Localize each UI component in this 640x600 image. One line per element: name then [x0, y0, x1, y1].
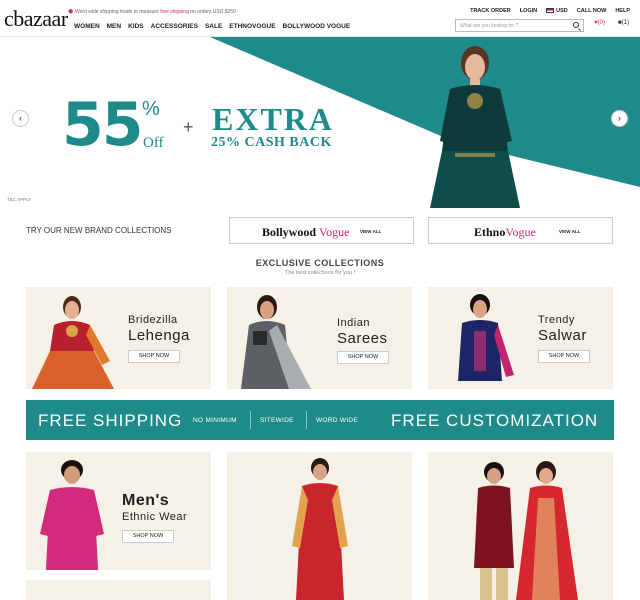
tagline: Word wide shipping made to measure free … — [75, 9, 236, 15]
lehenga-model-image — [32, 296, 114, 389]
shipping-banner[interactable]: FREE SHIPPING NO MINIMUM SITEWIDE WORD W… — [26, 400, 614, 440]
nav-kids[interactable]: KIDS — [128, 23, 144, 30]
word-wide-text: WORD WIDE — [316, 417, 359, 424]
free-shipping-text: FREE SHIPPING — [38, 411, 183, 430]
top-links: TRACK ORDER LOGIN USD CALL NOW HELP — [470, 8, 630, 14]
view-all-link[interactable]: VIEW ALL — [559, 229, 580, 234]
card-title-line2: Ethnic Wear — [122, 511, 188, 523]
card-partial[interactable] — [26, 580, 211, 600]
tagline-highlight: free shipping — [160, 9, 189, 15]
brand-collections-label: TRY OUR NEW BRAND COLLECTIONS — [26, 226, 172, 235]
hero-model-image — [430, 46, 520, 208]
logo-dot-icon: ● — [67, 6, 74, 17]
shop-now-button[interactable]: SHOP NOW — [122, 530, 174, 543]
nav-women[interactable]: WOMEN — [74, 23, 100, 30]
card-title-line1: Trendy — [538, 314, 575, 326]
brand-bollywood-vogue[interactable]: Bollywood Vogue VIEW ALL — [229, 217, 414, 244]
card-bridezilla-lehenga[interactable]: Bridezilla Lehenga SHOP NOW — [26, 287, 211, 389]
nav-bollywood-vogue[interactable]: BOLLYWOOD VOGUE — [283, 23, 351, 30]
shop-now-button[interactable]: SHOP NOW — [337, 351, 389, 364]
card-title-line2: Lehenga — [128, 327, 190, 344]
logo[interactable]: cbazaar● — [4, 6, 74, 32]
hero-prev-button[interactable]: ‹ — [12, 110, 29, 127]
card-title-line1: Men's — [122, 492, 170, 509]
hero-tc: T&C APPLY — [7, 197, 32, 202]
bag-button[interactable]: ■(1) — [618, 20, 629, 26]
search-input[interactable]: What are you looking for ? — [455, 19, 584, 32]
help-link[interactable]: HELP — [615, 8, 630, 14]
brand-name-part2: Vogue — [505, 225, 536, 239]
hero-discount: 55 — [62, 90, 143, 160]
card-mens-ethnic-wear[interactable]: Men's Ethnic Wear SHOP NOW — [26, 452, 211, 570]
exclusive-title: EXCLUSIVE COLLECTIONS — [255, 258, 385, 268]
chevron-left-icon: ‹ — [19, 113, 22, 123]
card-trendy-salwar[interactable]: Trendy Salwar SHOP NOW — [428, 287, 613, 389]
card-title-line2: Sarees — [337, 330, 388, 347]
divider — [250, 411, 251, 429]
tagline-prefix: Word wide shipping made to measure — [75, 9, 159, 15]
hero-plus: + — [183, 117, 194, 137]
brand-name-part1: Ethno — [474, 225, 506, 239]
currency-selector[interactable]: USD — [546, 8, 568, 14]
salwar-model-image — [458, 294, 514, 381]
bag-count: (1) — [621, 20, 629, 26]
hero-off: Off — [143, 135, 164, 151]
currency-label: USD — [556, 8, 568, 14]
shop-now-button[interactable]: SHOP NOW — [538, 350, 590, 363]
free-customization-text: FREE CUSTOMIZATION — [391, 411, 599, 430]
brand-name-part1: Bollywood — [262, 225, 317, 239]
card-indian-sarees[interactable]: Indian Sarees SHOP NOW — [227, 287, 412, 389]
card-title-line2: Salwar — [538, 327, 587, 344]
search-placeholder: What are you looking for ? — [460, 23, 519, 29]
hero-banner[interactable]: 55 % Off + EXTRA 25% CASH BACK T&C APPLY… — [0, 37, 640, 208]
hero-percent: % — [142, 98, 160, 120]
call-now-link[interactable]: CALL NOW — [577, 8, 607, 14]
card-anarkali[interactable] — [227, 452, 412, 600]
mens-model-image — [40, 460, 104, 570]
brand-name-part2: Vogue — [319, 225, 350, 239]
wishlist-count: (0) — [597, 20, 605, 26]
login-link[interactable]: LOGIN — [520, 8, 537, 14]
chevron-right-icon: › — [618, 113, 621, 123]
us-flag-icon — [546, 8, 555, 14]
shop-now-button[interactable]: SHOP NOW — [128, 350, 180, 363]
brand-collections: TRY OUR NEW BRAND COLLECTIONS Bollywood … — [0, 212, 640, 252]
track-order-link[interactable]: TRACK ORDER — [470, 8, 511, 14]
nav-sale[interactable]: SALE — [205, 23, 222, 30]
site-header: cbazaar● Word wide shipping made to meas… — [0, 0, 640, 37]
brand-name: EthnoVogue — [474, 225, 536, 240]
kids-model-image — [474, 461, 578, 600]
search-icon[interactable] — [573, 22, 579, 28]
brand-ethno-vogue[interactable]: EthnoVogue VIEW ALL — [428, 217, 613, 244]
card-kids-wear[interactable] — [428, 452, 613, 600]
tagline-suffix: on orders USD $250 — [190, 9, 236, 15]
hero-cashback: 25% CASH BACK — [211, 135, 332, 150]
nav-ethnovogue[interactable]: ETHNOVOGUE — [229, 23, 275, 30]
divider — [306, 411, 307, 429]
main-nav: WOMEN MEN KIDS ACCESSORIES SALE ETHNOVOG… — [74, 23, 350, 30]
exclusive-subtitle: The best collections for you ! — [284, 270, 355, 276]
nav-men[interactable]: MEN — [107, 23, 121, 30]
card-title-line1: Bridezilla — [128, 314, 178, 326]
card-title-line1: Indian — [337, 317, 370, 329]
anarkali-model-image — [292, 458, 348, 600]
view-all-link[interactable]: VIEW ALL — [360, 229, 381, 234]
hero-extra: EXTRA — [212, 101, 335, 137]
no-minimum-text: NO MINIMUM — [193, 417, 237, 424]
sitewide-text: SITEWIDE — [260, 417, 294, 424]
saree-model-image — [241, 295, 311, 389]
hero-next-button[interactable]: › — [611, 110, 628, 127]
brand-name: Bollywood Vogue — [262, 225, 349, 240]
logo-text: cbazaar — [4, 6, 68, 31]
nav-accessories[interactable]: ACCESSORIES — [151, 23, 198, 30]
wishlist-button[interactable]: ♥(0) — [594, 20, 605, 26]
